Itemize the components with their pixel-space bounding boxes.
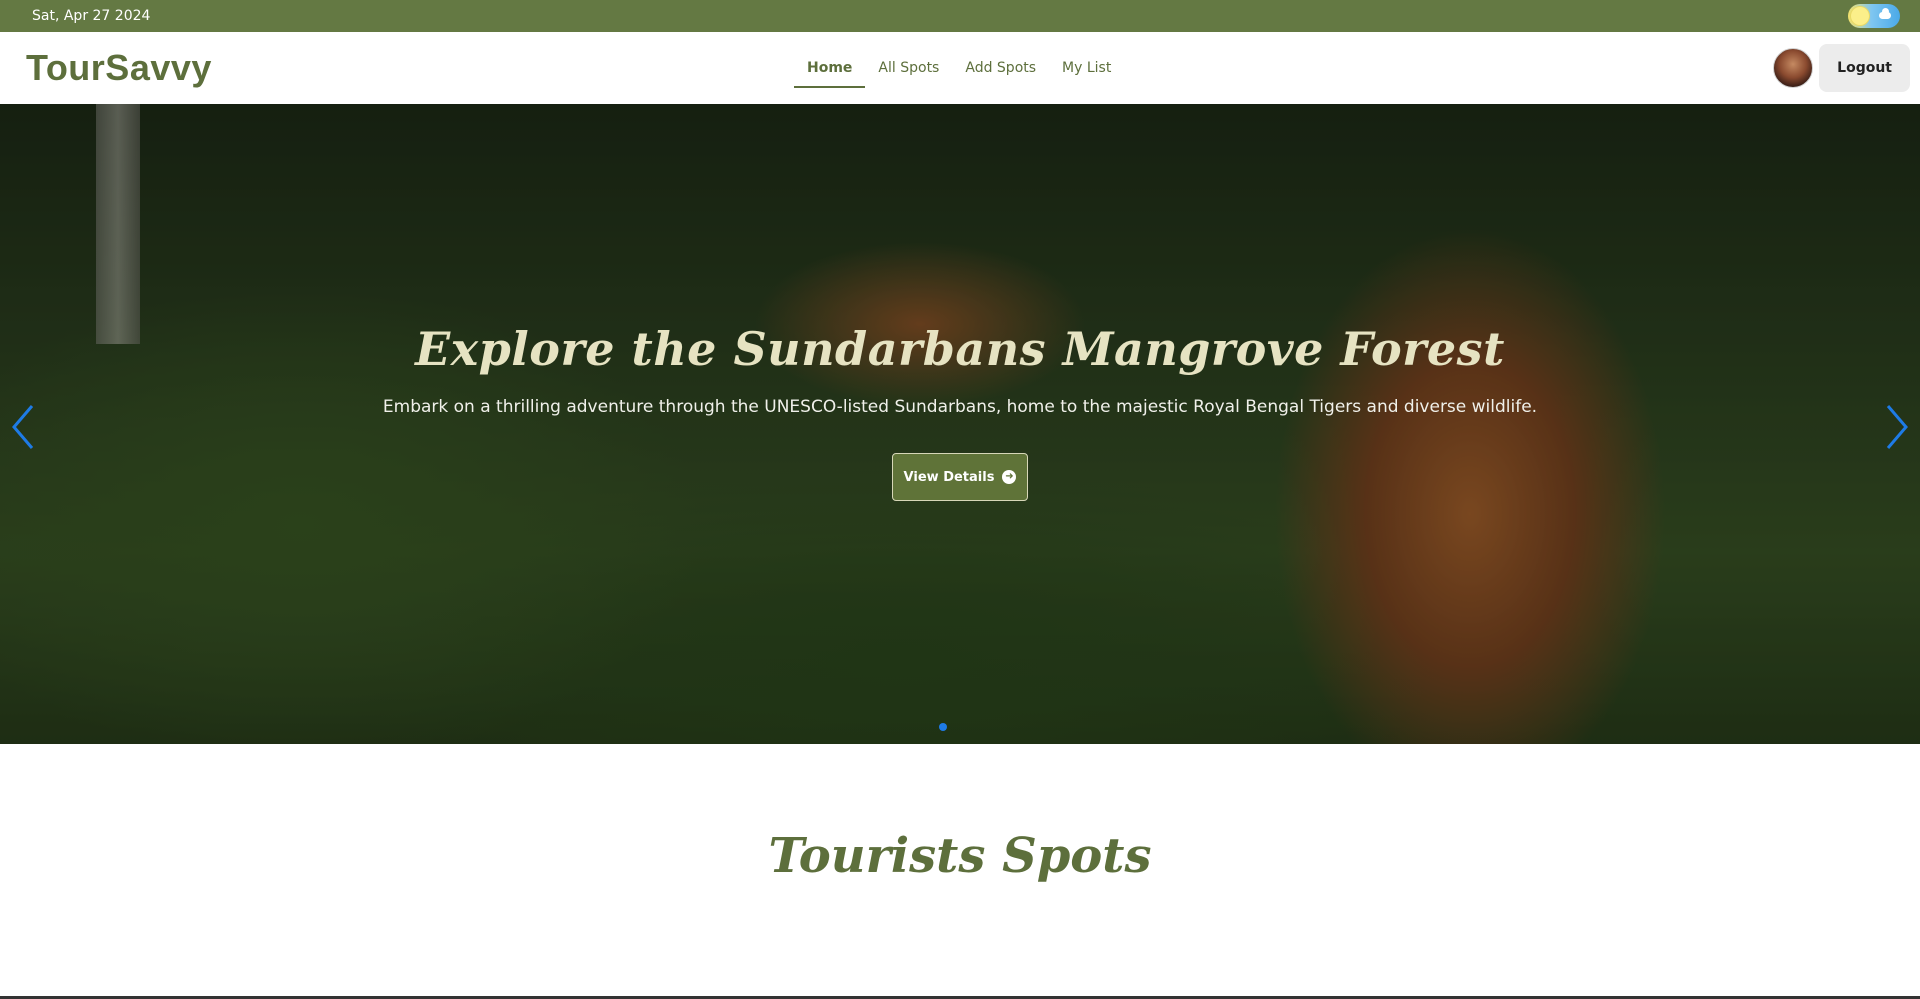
navbar: TourSavvy Home All Spots Add Spots My Li… bbox=[0, 32, 1920, 104]
user-avatar[interactable] bbox=[1773, 48, 1814, 88]
cloud-icon bbox=[1879, 8, 1891, 19]
nav-user-area: Logout bbox=[1773, 44, 1910, 92]
view-details-button[interactable]: View Details ➜ bbox=[892, 453, 1028, 501]
hero-carousel: Explore the Sundarbans Mangrove Forest E… bbox=[0, 104, 1920, 744]
nav-links: Home All Spots Add Spots My List bbox=[794, 32, 1124, 104]
current-date: Sat, Apr 27 2024 bbox=[32, 8, 151, 24]
top-bar: Sat, Apr 27 2024 bbox=[0, 0, 1920, 32]
section-title-tourists-spots: Tourists Spots bbox=[768, 828, 1152, 884]
site-logo[interactable]: TourSavvy bbox=[26, 47, 212, 89]
sun-icon bbox=[1851, 7, 1869, 25]
logout-button[interactable]: Logout bbox=[1819, 44, 1910, 92]
nav-link-add-spots[interactable]: Add Spots bbox=[952, 48, 1049, 88]
chevron-left-icon bbox=[12, 405, 34, 449]
chevron-right-icon bbox=[1886, 405, 1908, 449]
theme-toggle[interactable] bbox=[1848, 4, 1900, 28]
nav-link-home[interactable]: Home bbox=[794, 48, 866, 88]
nav-link-my-list[interactable]: My List bbox=[1049, 48, 1124, 88]
carousel-dot-active[interactable] bbox=[939, 723, 947, 731]
hero-title: Explore the Sundarbans Mangrove Forest bbox=[415, 322, 1505, 376]
carousel-next-button[interactable] bbox=[1880, 400, 1912, 454]
carousel-prev-button[interactable] bbox=[8, 400, 40, 454]
view-details-label: View Details bbox=[903, 469, 995, 485]
hero-subtitle: Embark on a thrilling adventure through … bbox=[382, 397, 1538, 417]
arrow-circle-right-icon: ➜ bbox=[1002, 470, 1017, 484]
nav-link-all-spots[interactable]: All Spots bbox=[865, 48, 952, 88]
hero-slide: Explore the Sundarbans Mangrove Forest E… bbox=[0, 104, 1920, 744]
